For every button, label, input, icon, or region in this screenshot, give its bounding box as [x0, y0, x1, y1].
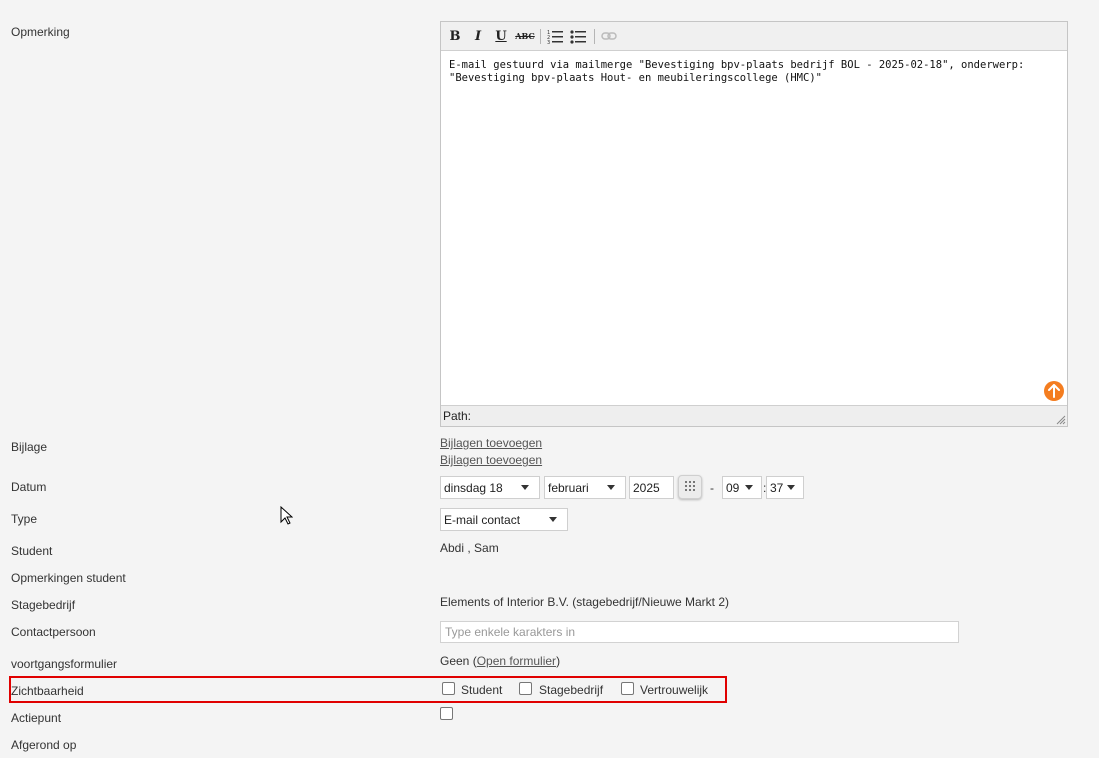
strikethrough-button[interactable]: ABC [514, 27, 536, 45]
label-opmerkingen-student: Opmerkingen student [11, 571, 126, 585]
visibility-stagebedrijf-checkbox[interactable] [519, 682, 532, 695]
contactpersoon-input[interactable] [440, 621, 959, 643]
strikethrough-icon: ABC [515, 31, 535, 41]
label-datum: Datum [11, 480, 47, 494]
year-value: 2025 [633, 480, 660, 495]
ordered-list-icon: 1 2 3 [547, 30, 563, 44]
scroll-up-button[interactable] [1044, 381, 1064, 401]
label-actiepunt: Actiepunt [11, 711, 62, 725]
add-attachment-link[interactable]: Bijlagen toevoegen [440, 436, 542, 450]
toolbar-separator [594, 29, 595, 44]
label-student: Student [11, 544, 53, 558]
link-button[interactable] [599, 27, 619, 45]
underline-icon: U [495, 28, 507, 44]
bullet-list-icon [570, 29, 586, 44]
italic-button[interactable]: I [468, 27, 488, 45]
svg-text:3: 3 [547, 40, 550, 44]
voortgang-status: Geen (Open formulier) [440, 654, 560, 668]
visibility-stagebedrijf-label[interactable]: Stagebedrijf [539, 683, 603, 697]
visibility-vertrouwelijk-checkbox[interactable] [621, 682, 634, 695]
ordered-list-button[interactable]: 1 2 3 [545, 27, 565, 45]
type-select[interactable]: E-mail contact [440, 508, 568, 531]
stagebedrijf-value: Elements of Interior B.V. (stagebedrijf/… [440, 595, 730, 609]
label-type: Type [11, 512, 38, 526]
label-voortgangsformulier: voortgangsformulier [11, 657, 118, 671]
bold-button[interactable]: B [445, 27, 465, 45]
calendar-button[interactable] [678, 475, 702, 499]
toolbar-separator [540, 29, 541, 44]
label-afgerond-op: Afgerond op [11, 738, 77, 752]
zichtbaarheid-highlight [9, 676, 727, 703]
chevron-down-icon [787, 485, 795, 490]
minute-value: 37 [770, 480, 784, 495]
open-form-link[interactable]: Open formulier [477, 654, 556, 668]
arrow-up-icon [1048, 384, 1060, 398]
bold-icon: B [449, 28, 461, 44]
voortgang-suffix: ) [556, 654, 561, 668]
voortgang-prefix: Geen ( [440, 654, 477, 668]
editor-content[interactable]: E-mail gestuurd via mailmerge "Bevestigi… [449, 59, 1059, 85]
resize-grip-icon[interactable] [1056, 415, 1066, 425]
chevron-down-icon [549, 517, 557, 522]
calendar-grid-icon [685, 481, 695, 491]
label-bijlage: Bijlage [11, 440, 48, 454]
link-icon [601, 32, 617, 40]
editor-toolbar: B I U ABC 1 2 3 [441, 22, 1067, 51]
label-opmerking: Opmerking [11, 25, 70, 39]
underline-button[interactable]: U [491, 27, 511, 45]
student-value: Abdi , Sam [440, 541, 499, 555]
day-select[interactable]: dinsdag 18 [440, 476, 540, 499]
hour-select[interactable]: 09 [722, 476, 762, 499]
hour-value: 09 [726, 480, 740, 495]
chevron-down-icon [745, 485, 753, 490]
type-value: E-mail contact [444, 512, 521, 527]
unordered-list-button[interactable] [568, 27, 588, 45]
date-time-dash: - [710, 481, 714, 495]
month-select[interactable]: februari [544, 476, 626, 499]
chevron-down-icon [607, 485, 615, 490]
chevron-down-icon [521, 485, 529, 490]
label-contactpersoon: Contactpersoon [11, 625, 96, 639]
add-attachment-link-2[interactable]: Bijlagen toevoegen [440, 453, 542, 467]
editor-path-bar: Path: [441, 405, 1067, 426]
minute-select[interactable]: 37 [766, 476, 804, 499]
italic-icon: I [474, 28, 482, 44]
year-input[interactable]: 2025 [629, 476, 674, 499]
visibility-student-checkbox[interactable] [442, 682, 455, 695]
path-label: Path: [443, 409, 472, 423]
actiepunt-checkbox[interactable] [440, 707, 453, 720]
mouse-cursor-icon [280, 506, 293, 525]
label-stagebedrijf: Stagebedrijf [11, 598, 76, 612]
day-value: dinsdag 18 [444, 480, 503, 495]
month-value: februari [548, 480, 589, 495]
visibility-vertrouwelijk-label[interactable]: Vertrouwelijk [640, 683, 708, 697]
rich-text-editor[interactable]: B I U ABC 1 2 3 E-mail gestuurd via mail… [440, 21, 1068, 427]
visibility-student-label[interactable]: Student [461, 683, 502, 697]
